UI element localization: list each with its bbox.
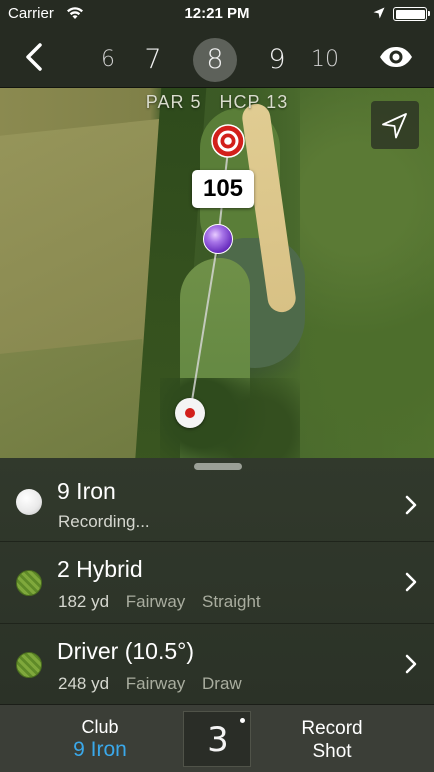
shot-details: 248 yd Fairway Draw bbox=[58, 674, 254, 694]
club-label[interactable]: Club bbox=[40, 717, 160, 738]
aim-marker[interactable] bbox=[203, 224, 233, 254]
green-ball-icon bbox=[16, 570, 42, 596]
green-ball-icon bbox=[16, 652, 42, 678]
distance-label: 105 bbox=[192, 170, 254, 208]
shot-row[interactable]: 2 Hybrid 182 yd Fairway Straight bbox=[0, 542, 434, 624]
hcp-label: HCP 13 bbox=[219, 92, 289, 112]
battery-icon bbox=[393, 7, 430, 21]
white-ball-icon bbox=[16, 489, 42, 515]
ball-marker[interactable] bbox=[175, 398, 205, 428]
hole-10-button[interactable]: 10 bbox=[303, 38, 347, 82]
stroke-count: 3 bbox=[207, 720, 229, 760]
shot-label: Shot bbox=[312, 741, 352, 762]
recording-status: Recording... bbox=[58, 512, 150, 531]
shot-club: Driver (10.5°) bbox=[57, 638, 195, 664]
shot-shape: Draw bbox=[202, 674, 242, 693]
chevron-right-icon bbox=[405, 572, 417, 592]
shot-details: 182 yd Fairway Straight bbox=[58, 592, 273, 612]
shot-list-panel: 9 Iron Recording... 2 Hybrid 182 yd Fair… bbox=[0, 458, 434, 704]
shot-row[interactable]: 9 Iron Recording... bbox=[0, 468, 434, 542]
shot-distance: 182 yd bbox=[58, 592, 110, 611]
chevron-right-icon bbox=[405, 654, 417, 674]
shot-status: Recording... bbox=[58, 512, 162, 532]
status-bar: Carrier 12:21 PM bbox=[0, 0, 434, 28]
par-label: PAR 5 bbox=[145, 92, 202, 112]
shot-lie: Fairway bbox=[125, 674, 186, 693]
eye-icon[interactable] bbox=[378, 46, 414, 68]
hole-8-button-selected[interactable]: 8 bbox=[193, 38, 237, 82]
record-shot-button[interactable]: Record Shot bbox=[272, 717, 392, 763]
shot-lie: Fairway bbox=[125, 592, 186, 611]
chevron-right-icon bbox=[405, 495, 417, 515]
record-label: Record bbox=[301, 718, 363, 739]
shot-distance: 248 yd bbox=[58, 674, 110, 693]
stroke-indicator-dot bbox=[240, 718, 245, 723]
hole-nav-bar: 6 7 8 9 10 bbox=[0, 28, 434, 88]
hole-6-button[interactable]: 6 bbox=[86, 38, 130, 82]
shot-row[interactable]: Driver (10.5°) 248 yd Fairway Draw bbox=[0, 624, 434, 706]
shot-club: 2 Hybrid bbox=[57, 556, 143, 582]
back-chevron-icon[interactable] bbox=[20, 42, 50, 72]
stroke-counter[interactable]: 3 bbox=[183, 711, 251, 767]
location-arrow-outline-icon bbox=[382, 113, 407, 139]
locate-button[interactable] bbox=[371, 101, 419, 149]
shot-shape: Straight bbox=[202, 592, 261, 611]
hole-7-button[interactable]: 7 bbox=[131, 38, 175, 82]
clock: 12:21 PM bbox=[184, 5, 250, 22]
hole-9-button[interactable]: 9 bbox=[255, 38, 299, 82]
bottom-toolbar: Club 9 Iron 3 Record Shot bbox=[0, 704, 434, 772]
club-selector[interactable]: 9 Iron bbox=[40, 738, 160, 762]
shot-club: 9 Iron bbox=[57, 478, 116, 504]
target-pin-icon[interactable] bbox=[211, 124, 245, 158]
location-arrow-icon bbox=[373, 7, 385, 19]
hole-info: PAR 5 HCP 13 bbox=[0, 92, 434, 113]
